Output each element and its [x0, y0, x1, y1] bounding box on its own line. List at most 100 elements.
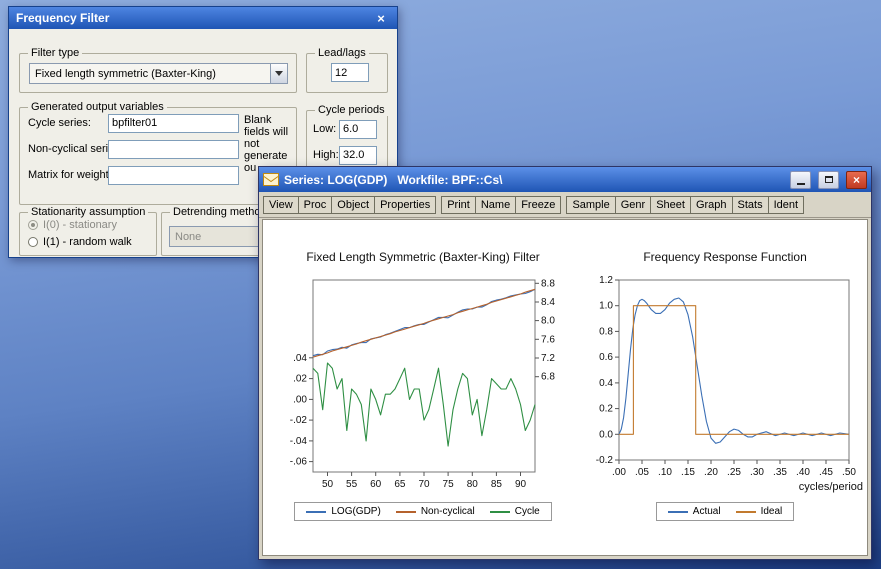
toolbar-stats-button[interactable]: Stats — [732, 196, 769, 214]
low-label: Low: — [313, 123, 336, 135]
svg-text:65: 65 — [394, 479, 406, 490]
svg-text:55: 55 — [346, 479, 358, 490]
toolbar-ident-button[interactable]: Ident — [768, 196, 804, 214]
cycle-series-input[interactable] — [108, 114, 239, 133]
svg-text:8.4: 8.4 — [541, 297, 555, 308]
legend-item: Actual — [668, 506, 721, 517]
svg-text:.15: .15 — [681, 467, 695, 478]
low-input[interactable] — [339, 120, 377, 139]
window-titlebar[interactable]: Series: LOG(GDP) Workfile: BPF::Cs\ × — [259, 167, 871, 192]
matrix-weights-label: Matrix for weights: — [28, 169, 117, 181]
toolbar-view-button[interactable]: View — [263, 196, 299, 214]
stationarity-label: Stationarity assumption — [28, 206, 148, 218]
frequency-response-plot: .00.05.10.15.20.25.30.35.40.45.501.21.00… — [585, 272, 865, 494]
legend-swatch — [396, 511, 416, 513]
toolbar-object-button[interactable]: Object — [331, 196, 375, 214]
dialog-title: Frequency Filter — [16, 11, 109, 25]
radio-i1-random-walk[interactable]: I(1) - random walk — [28, 236, 132, 248]
filter-type-value: Fixed length symmetric (Baxter-King) — [35, 68, 216, 80]
legend-label: LOG(GDP) — [331, 506, 380, 517]
svg-text:cycles/period: cycles/period — [799, 481, 863, 493]
svg-text:0.0: 0.0 — [599, 429, 613, 440]
toolbar-name-button[interactable]: Name — [475, 196, 516, 214]
toolbar-sample-button[interactable]: Sample — [566, 196, 615, 214]
svg-text:75: 75 — [443, 479, 455, 490]
graph-panel: Fixed Length Symmetric (Baxter-King) Fil… — [262, 219, 868, 556]
svg-text:0.8: 0.8 — [599, 326, 613, 337]
svg-text:.45: .45 — [819, 467, 833, 478]
svg-text:.35: .35 — [773, 467, 787, 478]
chart-title: Frequency Response Function — [643, 250, 806, 264]
legend-item: LOG(GDP) — [306, 506, 380, 517]
bk-filter-chart: Fixed Length Symmetric (Baxter-King) Fil… — [263, 220, 583, 555]
legend-item: Ideal — [736, 506, 783, 517]
minimize-button[interactable] — [790, 171, 811, 189]
high-input[interactable] — [339, 146, 377, 165]
output-variables-group: Generated output variables Cycle series:… — [19, 107, 297, 205]
noncyclical-series-input[interactable] — [108, 140, 239, 159]
radio-i0-stationary: I(0) - stationary — [28, 219, 117, 231]
svg-text:.40: .40 — [796, 467, 810, 478]
noncyclical-series-row: Non-cyclical series: — [28, 143, 123, 155]
legend: LOG(GDP) Non-cyclical Cycle — [294, 502, 551, 521]
legend-swatch — [736, 511, 756, 513]
lead-lags-label: Lead/lags — [315, 47, 369, 59]
restore-button[interactable] — [818, 171, 839, 189]
frequency-response-chart: Frequency Response Function .00.05.10.15… — [583, 220, 867, 555]
detrending-value: None — [175, 231, 201, 243]
low-row: Low: — [313, 123, 336, 135]
svg-text:85: 85 — [491, 479, 503, 490]
radio-unselected-icon — [28, 237, 38, 247]
cycle-series-row: Cycle series: — [28, 117, 91, 129]
stationarity-group: Stationarity assumption I(0) - stationar… — [19, 212, 157, 256]
svg-text:.10: .10 — [658, 467, 672, 478]
legend-item: Non-cyclical — [396, 506, 475, 517]
close-icon: × — [853, 174, 860, 186]
cycle-series-label: Cycle series: — [28, 117, 91, 129]
svg-text:1.0: 1.0 — [599, 301, 613, 312]
chevron-down-icon[interactable] — [270, 64, 287, 83]
svg-text:80: 80 — [467, 479, 479, 490]
window-title: Series: LOG(GDP) Workfile: BPF::Cs\ — [284, 173, 783, 187]
legend-swatch — [490, 511, 510, 513]
toolbar-sheet-button[interactable]: Sheet — [650, 196, 691, 214]
lead-lags-input[interactable] — [331, 63, 369, 82]
toolbar-graph-button[interactable]: Graph — [690, 196, 733, 214]
svg-text:0.6: 0.6 — [599, 352, 613, 363]
svg-text:8.8: 8.8 — [541, 278, 555, 289]
legend-label: Actual — [693, 506, 721, 517]
toolbar-genr-button[interactable]: Genr — [615, 196, 651, 214]
svg-text:.30: .30 — [750, 467, 764, 478]
toolbar-freeze-button[interactable]: Freeze — [515, 196, 561, 214]
matrix-weights-input[interactable] — [108, 166, 239, 185]
svg-text:1.2: 1.2 — [599, 275, 613, 286]
series-window: Series: LOG(GDP) Workfile: BPF::Cs\ × Vi… — [258, 166, 872, 560]
svg-text:0.2: 0.2 — [599, 404, 613, 415]
toolbar-print-button[interactable]: Print — [441, 196, 476, 214]
svg-text:90: 90 — [515, 479, 527, 490]
close-icon[interactable]: × — [372, 11, 390, 26]
output-variables-label: Generated output variables — [28, 101, 167, 113]
detrending-label: Detrending method — [170, 206, 270, 218]
svg-text:7.2: 7.2 — [541, 353, 555, 364]
legend-swatch — [668, 511, 688, 513]
close-button[interactable]: × — [846, 171, 867, 189]
blank-fields-note: Blank fields will not generate ou — [244, 114, 298, 174]
high-label: High: — [313, 149, 339, 161]
legend-label: Non-cyclical — [421, 506, 475, 517]
toolbar-proc-button[interactable]: Proc — [298, 196, 333, 214]
filter-type-select[interactable]: Fixed length symmetric (Baxter-King) — [29, 63, 288, 84]
toolbar-properties-button[interactable]: Properties — [374, 196, 436, 214]
lead-lags-group: Lead/lags — [306, 53, 388, 93]
legend-label: Ideal — [761, 506, 783, 517]
svg-text:-0.2: -0.2 — [596, 455, 614, 466]
svg-text:.25: .25 — [727, 467, 741, 478]
matrix-weights-row: Matrix for weights: — [28, 169, 117, 181]
svg-text:.50: .50 — [842, 467, 856, 478]
minimize-icon — [797, 183, 805, 185]
radio-i0-label: I(0) - stationary — [43, 219, 117, 231]
svg-text:-.02: -.02 — [290, 415, 308, 426]
dialog-titlebar[interactable]: Frequency Filter × — [9, 7, 397, 29]
window-toolbar: View Proc Object Properties Print Name F… — [259, 192, 871, 218]
svg-text:-.06: -.06 — [290, 457, 308, 468]
